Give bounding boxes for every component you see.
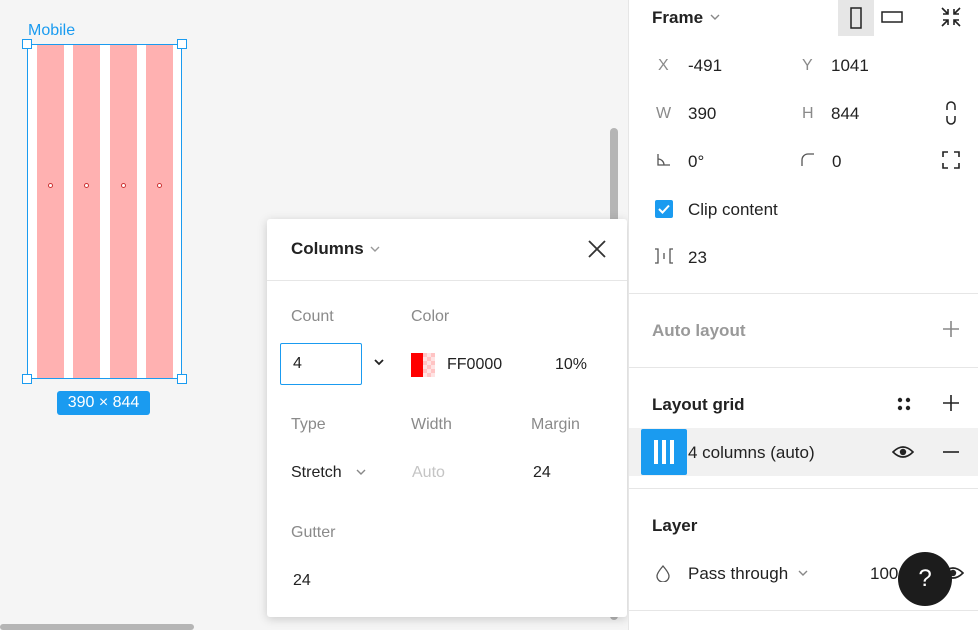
help-button[interactable]: ? [898, 552, 952, 606]
resize-handle-bottom-right[interactable] [177, 374, 187, 384]
width-input[interactable]: Auto [412, 464, 445, 482]
independent-corners-icon[interactable] [942, 151, 960, 169]
blend-mode-icon [656, 565, 670, 582]
constrain-proportions-icon[interactable] [944, 101, 958, 125]
count-label: Count [291, 308, 334, 325]
layer-opacity-input[interactable]: 100 [870, 564, 898, 584]
close-icon[interactable] [585, 237, 609, 261]
h-input[interactable]: 844 [831, 104, 859, 124]
layer-section-title: Layer [652, 516, 698, 535]
margin-label: Margin [531, 416, 580, 433]
properties-panel: Frame X -491 Y 1041 W 390 H 844 0° 0 Cli… [628, 0, 978, 630]
resize-handle-top-right[interactable] [177, 39, 187, 49]
portrait-toggle[interactable] [838, 0, 874, 36]
count-input[interactable] [280, 343, 362, 385]
grid-column [37, 45, 64, 378]
type-dropdown[interactable]: Stretch [291, 464, 342, 482]
type-label: Type [291, 416, 326, 433]
horizontal-scrollbar[interactable] [0, 624, 194, 630]
rotation-input[interactable]: 0° [688, 152, 704, 172]
gutter-input[interactable]: 24 [293, 572, 311, 590]
chevron-down-icon[interactable] [356, 468, 366, 476]
w-input[interactable]: 390 [688, 104, 716, 124]
popup-title[interactable]: Columns [291, 239, 364, 259]
divider [629, 488, 978, 489]
x-input[interactable]: -491 [688, 56, 722, 76]
grid-column-center-dot [48, 183, 53, 188]
column-grid-settings-button[interactable] [641, 429, 687, 475]
minus-icon[interactable] [942, 443, 960, 461]
width-label: Width [411, 416, 452, 433]
frame-size-badge: 390 × 844 [57, 391, 150, 415]
portrait-icon [850, 7, 862, 29]
layout-grid-title[interactable]: Layout grid [652, 395, 745, 415]
chevron-down-icon[interactable] [370, 245, 380, 253]
rotation-icon [657, 154, 670, 166]
corner-radius-input[interactable]: 0 [832, 152, 841, 172]
popup-header: Columns [267, 219, 627, 281]
clip-content-checkbox[interactable] [655, 200, 673, 218]
grid-column [110, 45, 137, 378]
vertical-scrollbar[interactable] [610, 128, 618, 228]
plus-icon[interactable] [942, 394, 960, 412]
grid-column-center-dot [121, 183, 126, 188]
color-swatch[interactable] [411, 353, 435, 377]
layout-grid-item-label[interactable]: 4 columns (auto) [688, 443, 815, 463]
color-hex-value[interactable]: FF0000 [447, 356, 502, 374]
clip-content-label[interactable]: Clip content [688, 200, 778, 220]
frame-name-label[interactable]: Mobile [28, 22, 75, 40]
grid-column [146, 45, 173, 378]
spacing-icon [655, 248, 673, 264]
resize-handle-bottom-left[interactable] [22, 374, 32, 384]
gutter-label: Gutter [291, 524, 336, 541]
h-label: H [802, 105, 814, 122]
column-grid-icon [654, 440, 674, 464]
mobile-frame[interactable] [27, 44, 182, 379]
corner-radius-icon [801, 153, 814, 166]
chevron-down-icon[interactable] [710, 13, 720, 21]
color-opacity-value[interactable]: 10% [555, 356, 587, 374]
blend-mode-dropdown[interactable]: Pass through [688, 564, 788, 584]
eye-icon[interactable] [892, 444, 914, 460]
divider [629, 293, 978, 294]
color-label: Color [411, 308, 450, 325]
w-label: W [656, 105, 672, 122]
chevron-down-icon[interactable] [372, 355, 386, 369]
columns-grid-popup: Columns Count Color FF0000 10% Type Widt… [267, 219, 627, 617]
grid-column-center-dot [157, 183, 162, 188]
chevron-down-icon[interactable] [798, 569, 808, 577]
auto-layout-title[interactable]: Auto layout [652, 321, 746, 341]
checkmark-icon [658, 204, 670, 214]
x-label: X [658, 57, 669, 74]
y-label: Y [802, 57, 813, 74]
divider [629, 367, 978, 368]
collapse-icon[interactable] [940, 6, 962, 28]
frame-section-title[interactable]: Frame [652, 8, 703, 28]
resize-handle-top-left[interactable] [22, 39, 32, 49]
landscape-icon[interactable] [881, 10, 903, 24]
grid-column [73, 45, 100, 378]
grid-styles-icon[interactable] [896, 396, 912, 412]
spacing-input[interactable]: 23 [688, 248, 707, 268]
margin-input[interactable]: 24 [533, 464, 551, 482]
divider [629, 610, 978, 611]
grid-column-center-dot [84, 183, 89, 188]
y-input[interactable]: 1041 [831, 56, 869, 76]
plus-icon[interactable] [942, 320, 960, 338]
